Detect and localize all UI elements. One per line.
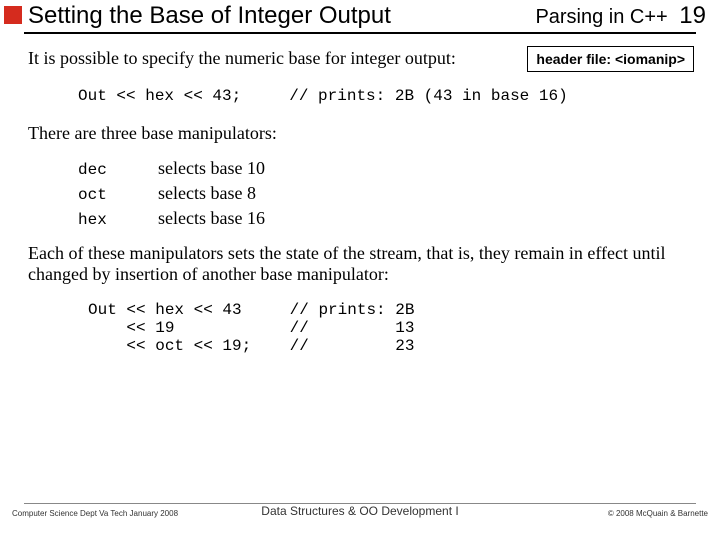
code-example-2: Out << hex << 43 // prints: 2B << 19 // … bbox=[88, 301, 696, 355]
manip-key: dec bbox=[78, 161, 158, 179]
header-file-box: header file: <iomanip> bbox=[527, 46, 694, 72]
manip-desc: selects base 16 bbox=[158, 208, 265, 229]
list-item: hex selects base 16 bbox=[78, 208, 696, 229]
manip-key: hex bbox=[78, 211, 158, 229]
list-item: dec selects base 10 bbox=[78, 158, 696, 179]
list-item: oct selects base 8 bbox=[78, 183, 696, 204]
manip-key: oct bbox=[78, 186, 158, 204]
manip-desc: selects base 10 bbox=[158, 158, 265, 179]
manipulator-list: dec selects base 10 oct selects base 8 h… bbox=[78, 158, 696, 229]
page-title: Setting the Base of Integer Output bbox=[28, 2, 391, 30]
code-example-1: Out << hex << 43; // prints: 2B (43 in b… bbox=[78, 87, 696, 105]
slide-body: It is possible to specify the numeric ba… bbox=[28, 48, 696, 355]
page-number: 19 bbox=[679, 2, 706, 29]
footer-right: © 2008 McQuain & Barnette bbox=[608, 509, 708, 518]
accent-square bbox=[4, 6, 22, 24]
title-rule bbox=[24, 32, 696, 34]
slide: Setting the Base of Integer Output Parsi… bbox=[0, 0, 720, 540]
manip-desc: selects base 8 bbox=[158, 183, 256, 204]
header-right: Parsing in C++ 19 bbox=[535, 2, 706, 30]
footer: Computer Science Dept Va Tech January 20… bbox=[0, 502, 720, 530]
course-name: Parsing in C++ bbox=[535, 6, 667, 28]
paragraph-manipulators: There are three base manipulators: bbox=[28, 123, 696, 144]
paragraph-state: Each of these manipulators sets the stat… bbox=[28, 243, 696, 285]
